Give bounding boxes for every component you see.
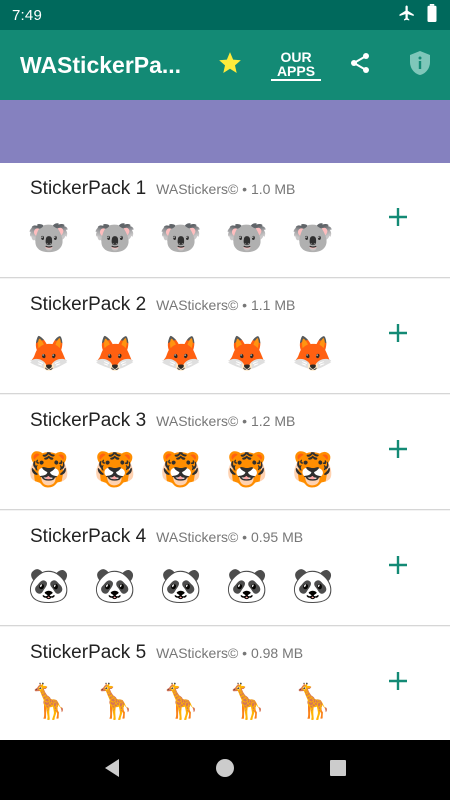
add-pack-button[interactable] — [384, 205, 412, 233]
pack-name: StickerPack 3 — [30, 410, 147, 431]
add-pack-button[interactable] — [384, 437, 412, 465]
sticker-koala: 🐨 — [291, 218, 335, 258]
sticker-panda: 🐼 — [225, 566, 269, 606]
plus-icon — [387, 670, 409, 697]
pack-header: StickerPack 4 WAStickers© • 0.95 MB — [30, 526, 303, 548]
our-apps-line2: APPS — [271, 64, 321, 81]
pack-meta: WAStickers© • 1.1 MB — [156, 297, 296, 313]
our-apps-button[interactable]: OUR APPS — [271, 30, 321, 100]
home-circle-icon — [215, 758, 235, 783]
pack-name: StickerPack 1 — [30, 178, 147, 199]
our-apps-label: OUR APPS — [271, 50, 321, 81]
add-pack-button[interactable] — [384, 321, 412, 349]
sticker-pack-row[interactable]: StickerPack 1 WAStickers© • 1.0 MB 🐨 🐨 🐨… — [0, 163, 450, 278]
pack-header: StickerPack 3 WAStickers© • 1.2 MB — [30, 410, 295, 432]
battery-icon — [426, 3, 438, 27]
sticker-preview-row: 🦊 🦊 🦊 🦊 🦊 — [26, 331, 336, 377]
sticker-preview-row: 🐼 🐼 🐼 🐼 🐼 — [26, 563, 336, 609]
pack-header: StickerPack 2 WAStickers© • 1.1 MB — [30, 294, 295, 316]
sticker-pack-row[interactable]: StickerPack 4 WAStickers© • 0.95 MB 🐼 🐼 … — [0, 511, 450, 626]
sticker-koala: 🐨 — [225, 218, 269, 258]
sticker-tiger: 🐯 — [27, 450, 71, 490]
sticker-pack-row[interactable]: StickerPack 2 WAStickers© • 1.1 MB 🦊 🦊 🦊… — [0, 279, 450, 394]
sticker-fox: 🦊 — [27, 334, 71, 374]
sticker-preview-row: 🐯 🐯 🐯 🐯 🐯 — [26, 447, 336, 493]
recents-square-icon — [329, 759, 347, 782]
sticker-panda: 🐼 — [93, 566, 137, 606]
sticker-koala: 🐨 — [27, 218, 71, 258]
share-icon — [348, 51, 372, 80]
sticker-koala: 🐨 — [93, 218, 137, 258]
sticker-panda: 🐼 — [291, 566, 335, 606]
plus-icon — [387, 206, 409, 233]
sticker-fox: 🦊 — [291, 334, 335, 374]
sticker-tiger: 🐯 — [225, 450, 269, 490]
sticker-giraffe: 🦒 — [159, 682, 203, 722]
sticker-giraffe: 🦒 — [291, 682, 335, 722]
sticker-pack-row[interactable]: StickerPack 3 WAStickers© • 1.2 MB 🐯 🐯 🐯… — [0, 395, 450, 510]
pack-meta: WAStickers© • 1.2 MB — [156, 413, 296, 429]
sticker-pack-list: StickerPack 1 WAStickers© • 1.0 MB 🐨 🐨 🐨… — [0, 163, 450, 742]
pack-meta: WAStickers© • 0.98 MB — [156, 645, 304, 661]
pack-name: StickerPack 4 — [30, 526, 147, 547]
sticker-giraffe: 🦒 — [225, 682, 269, 722]
star-icon — [217, 50, 243, 81]
sticker-preview-row: 🦒 🦒 🦒 🦒 🦒 — [26, 679, 336, 725]
privacy-button[interactable] — [403, 30, 437, 100]
ad-banner[interactable] — [0, 100, 450, 163]
plus-icon — [387, 438, 409, 465]
sticker-pack-row[interactable]: StickerPack 5 WAStickers© • 0.98 MB 🦒 🦒 … — [0, 627, 450, 742]
pack-name: StickerPack 5 — [30, 642, 147, 663]
pack-header: StickerPack 1 WAStickers© • 1.0 MB — [30, 178, 295, 200]
sticker-tiger: 🐯 — [159, 450, 203, 490]
status-bar: 7:49 — [0, 0, 450, 30]
back-triangle-icon — [103, 758, 121, 783]
airplane-mode-icon — [398, 4, 416, 27]
sticker-giraffe: 🦒 — [27, 682, 71, 722]
system-nav-bar — [0, 740, 450, 800]
sticker-tiger: 🐯 — [291, 450, 335, 490]
status-time: 7:49 — [12, 6, 42, 24]
status-icons — [398, 3, 438, 27]
app-bar: WAStickerPa... OUR APPS — [0, 30, 450, 100]
recents-button[interactable] — [326, 758, 350, 782]
sticker-fox: 🦊 — [93, 334, 137, 374]
sticker-preview-row: 🐨 🐨 🐨 🐨 🐨 — [26, 215, 336, 261]
our-apps-line1: OUR — [280, 48, 312, 65]
sticker-koala: 🐨 — [159, 218, 203, 258]
pack-meta: WAStickers© • 1.0 MB — [156, 181, 296, 197]
add-pack-button[interactable] — [384, 553, 412, 581]
favorite-button[interactable] — [212, 30, 248, 100]
sticker-panda: 🐼 — [159, 566, 203, 606]
add-pack-button[interactable] — [384, 669, 412, 697]
sticker-fox: 🦊 — [225, 334, 269, 374]
shield-info-icon — [408, 50, 432, 81]
app-title: WAStickerPa... — [20, 51, 182, 78]
sticker-panda: 🐼 — [27, 566, 71, 606]
pack-header: StickerPack 5 WAStickers© • 0.98 MB — [30, 642, 303, 664]
back-button[interactable] — [100, 758, 124, 782]
pack-name: StickerPack 2 — [30, 294, 147, 315]
sticker-fox: 🦊 — [159, 334, 203, 374]
sticker-tiger: 🐯 — [93, 450, 137, 490]
plus-icon — [387, 554, 409, 581]
share-button[interactable] — [343, 30, 377, 100]
pack-meta: WAStickers© • 0.95 MB — [156, 529, 304, 545]
plus-icon — [387, 322, 409, 349]
sticker-giraffe: 🦒 — [93, 682, 137, 722]
home-button[interactable] — [213, 758, 237, 782]
